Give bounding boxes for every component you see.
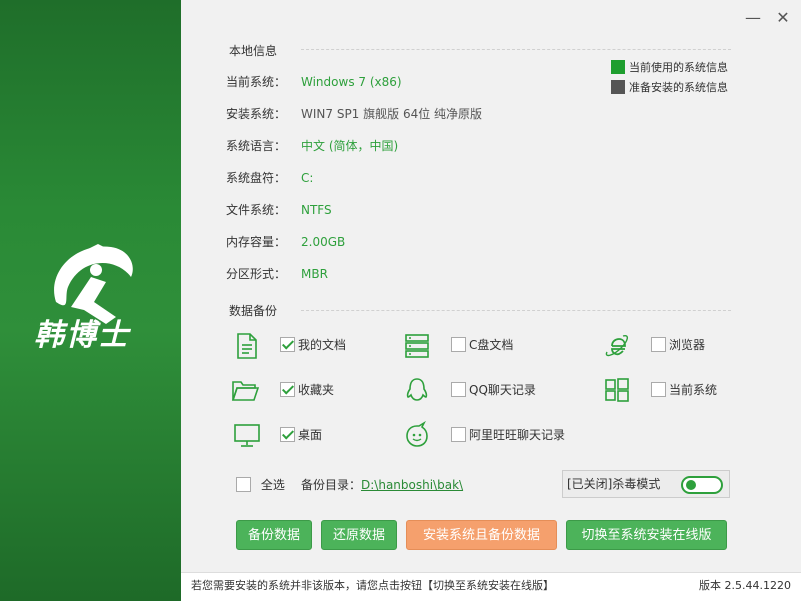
info-row-drive: 系统盘符： C: — [226, 168, 313, 188]
backup-item-my-documents[interactable]: 我的文档 — [280, 334, 346, 356]
legend-pending: 准备安装的系统信息 — [611, 78, 728, 98]
backup-item-label: 收藏夹 — [298, 383, 335, 397]
info-value: Windows 7 (x86) — [301, 75, 402, 89]
checkbox[interactable] — [451, 337, 466, 352]
info-label: 安装系统： — [226, 107, 287, 121]
document-icon — [237, 333, 257, 359]
backup-item-desktop[interactable]: 桌面 — [280, 424, 322, 446]
status-bar: 若您需要安装的系统并非该版本，请您点击按钮【切换至系统安装在线版】 版本 2.5… — [181, 572, 801, 601]
backup-data-button[interactable]: 备份数据 — [236, 520, 312, 550]
checkbox[interactable] — [280, 337, 295, 352]
antivirus-mode: [已关闭]杀毒模式 — [562, 470, 730, 498]
legend-green-swatch — [611, 60, 625, 74]
backup-dir-link[interactable]: D:\hanboshi\bak\ — [361, 478, 463, 492]
backup-item-browser[interactable]: 浏览器 — [651, 334, 705, 356]
checkbox[interactable] — [651, 337, 666, 352]
info-label: 系统盘符： — [226, 171, 287, 185]
status-notice: 若您需要安装的系统并非该版本，请您点击按钮【切换至系统安装在线版】 — [191, 579, 554, 592]
antivirus-label: [已关闭]杀毒模式 — [567, 477, 661, 491]
select-all[interactable]: 全选 — [236, 474, 285, 496]
brand-name: 韩博士 — [34, 318, 130, 353]
legend-current: 当前使用的系统信息 — [611, 58, 728, 78]
backup-item-c-drive-docs[interactable]: C盘文档 — [451, 334, 513, 356]
checkbox[interactable] — [651, 382, 666, 397]
restore-data-button[interactable]: 还原数据 — [321, 520, 397, 550]
info-row-memory: 内存容量： 2.00GB — [226, 232, 345, 252]
select-all-label: 全选 — [260, 478, 285, 492]
toggle-knob — [686, 480, 696, 490]
section-divider — [301, 310, 731, 311]
backup-item-label: 阿里旺旺聊天记录 — [469, 428, 566, 442]
backup-item-label: 浏览器 — [669, 338, 706, 352]
switch-online-button[interactable]: 切换至系统安装在线版 — [566, 520, 727, 550]
checkbox[interactable] — [451, 427, 466, 442]
qq-icon — [406, 378, 428, 401]
wangwang-icon — [406, 421, 428, 447]
backup-dir-label: 备份目录： — [301, 478, 362, 492]
main-panel: — ✕ 本地信息 当前系统： Windows 7 (x86) 安装系统： WIN7 … — [181, 0, 801, 601]
backup-item-label: C盘文档 — [469, 338, 514, 352]
backup-item-current-system[interactable]: 当前系统 — [651, 379, 717, 401]
info-value: WIN7 SP1 旗舰版 64位 纯净原版 — [301, 107, 483, 121]
backup-item-wangwang-chat[interactable]: 阿里旺旺聊天记录 — [451, 424, 565, 446]
legend-gray-swatch — [611, 80, 625, 94]
legend-label: 准备安装的系统信息 — [629, 81, 728, 94]
windows-icon — [605, 378, 629, 402]
folder-icon — [231, 381, 259, 401]
minimize-button[interactable]: — — [743, 8, 763, 28]
backup-item-qq-chat[interactable]: QQ聊天记录 — [451, 379, 536, 401]
backup-title: 数据备份 — [229, 304, 278, 318]
checkbox[interactable] — [451, 382, 466, 397]
info-label: 分区形式： — [226, 267, 287, 281]
install-and-backup-button[interactable]: 安装系统且备份数据 — [406, 520, 557, 550]
backup-dir: 备份目录：D:\hanboshi\bak\ — [301, 474, 463, 496]
antivirus-toggle[interactable] — [681, 476, 723, 494]
info-label: 内存容量： — [226, 235, 287, 249]
info-row-partition: 分区形式： MBR — [226, 264, 328, 284]
info-label: 文件系统： — [226, 203, 287, 217]
info-value: 中文 (简体，中国) — [301, 139, 399, 153]
monitor-icon — [234, 424, 260, 447]
info-value: 2.00GB — [301, 235, 346, 249]
select-all-checkbox[interactable] — [236, 477, 251, 492]
info-row-filesystem: 文件系统： NTFS — [226, 200, 332, 220]
server-icon — [405, 334, 429, 358]
info-row-language: 系统语言： 中文 (简体，中国) — [226, 136, 398, 156]
backup-item-label: 当前系统 — [669, 383, 718, 397]
local-info-title: 本地信息 — [229, 44, 278, 58]
backup-item-favorites[interactable]: 收藏夹 — [280, 379, 334, 401]
version-label: 版本 2.5.44.1220 — [699, 579, 791, 592]
checkbox[interactable] — [280, 382, 295, 397]
info-label: 系统语言： — [226, 139, 287, 153]
close-button[interactable]: ✕ — [773, 8, 793, 28]
sidebar: 韩博士 — [0, 0, 181, 601]
info-row-current-system: 当前系统： Windows 7 (x86) — [226, 72, 402, 92]
legend: 当前使用的系统信息 准备安装的系统信息 — [611, 58, 728, 98]
info-row-install-system: 安装系统： WIN7 SP1 旗舰版 64位 纯净原版 — [226, 104, 482, 124]
backup-item-label: QQ聊天记录 — [469, 383, 536, 397]
backup-item-label: 桌面 — [298, 428, 323, 442]
legend-label: 当前使用的系统信息 — [629, 61, 728, 74]
ie-icon — [605, 334, 628, 357]
section-divider — [301, 49, 731, 50]
info-value: MBR — [301, 267, 328, 281]
info-label: 当前系统： — [226, 75, 287, 89]
info-value: C: — [301, 171, 314, 185]
info-value: NTFS — [301, 203, 332, 217]
backup-item-label: 我的文档 — [298, 338, 347, 352]
checkbox[interactable] — [280, 427, 295, 442]
